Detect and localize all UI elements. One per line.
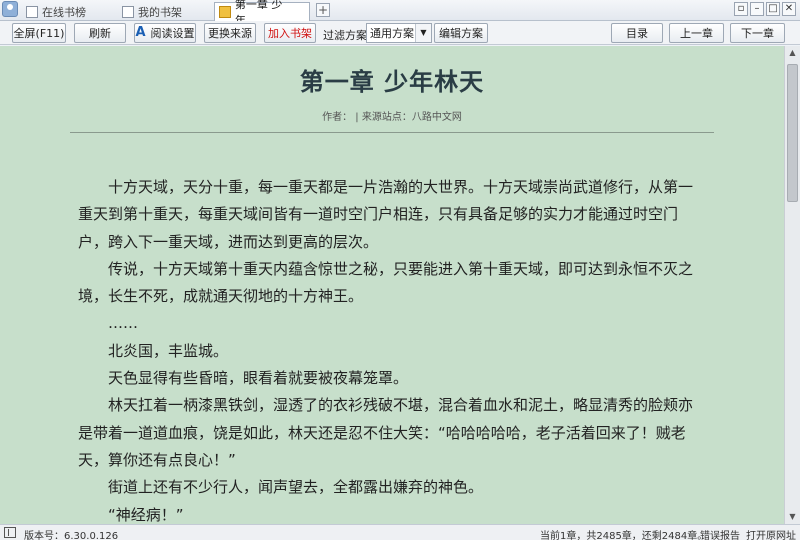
filter-selected-value: 通用方案 bbox=[370, 27, 414, 40]
maximize-icon[interactable]: □ bbox=[766, 2, 780, 16]
next-chapter-button[interactable]: 下一章 bbox=[730, 23, 785, 43]
book-icon bbox=[219, 6, 231, 18]
chapter-content: 十方天域，天分十重，每一重天都是一片浩瀚的大世界。十方天域崇尚武道修行，从第一重… bbox=[78, 174, 702, 524]
version-label: 版本号：6.30.0.126 bbox=[24, 531, 119, 540]
chapter-title: 第一章 少年林天 bbox=[299, 68, 485, 96]
paragraph: 传说，十方天域第十重天内蕴含惊世之秘，只要能进入第十重天域，即可达到永恒不灭之境… bbox=[78, 259, 694, 306]
prev-chapter-button[interactable]: 上一章 bbox=[669, 23, 724, 43]
grid-icon bbox=[26, 5, 38, 18]
tab-label: 我的书架 bbox=[138, 5, 182, 19]
chapter-meta: 作者： | 来源站点：八路中文网 bbox=[322, 112, 462, 123]
close-icon[interactable]: ✕ bbox=[782, 2, 796, 16]
tab-online-rankings[interactable]: 在线书榜 bbox=[22, 2, 114, 21]
dropdown-arrow-icon[interactable]: ▼ bbox=[415, 24, 431, 42]
paragraph: 十方天域，天分十重，每一重天都是一片浩瀚的大世界。十方天域崇尚武道修行，从第一重… bbox=[78, 178, 694, 251]
reading-settings-button[interactable]: A 阅读设置 bbox=[134, 23, 196, 43]
toc-button[interactable]: 目录 bbox=[611, 23, 663, 43]
reading-settings-label: 阅读设置 bbox=[150, 27, 195, 40]
paragraph: …… bbox=[108, 314, 138, 333]
filter-label: 过滤方案: bbox=[323, 29, 371, 42]
sidebar-toggle-icon[interactable] bbox=[4, 527, 16, 538]
paragraph: 天色显得有些昏暗，眼看着就要被夜幕笼罩。 bbox=[108, 369, 409, 388]
minimize-icon[interactable]: – bbox=[750, 2, 764, 16]
refresh-button[interactable]: 刷新 bbox=[74, 23, 126, 43]
scrollbar-thumb[interactable] bbox=[787, 64, 798, 202]
reading-pane[interactable]: 第一章 少年林天 作者： | 来源站点：八路中文网 十方天域，天分十重，每一重天… bbox=[0, 46, 784, 524]
add-tab-button[interactable]: + bbox=[316, 3, 330, 17]
paragraph: 北炎国，丰监城。 bbox=[108, 341, 229, 360]
window-controls: ▫ – □ ✕ bbox=[734, 2, 796, 16]
divider bbox=[70, 132, 714, 133]
chapter-progress: 当前1章，共2485章，还剩2484章。 bbox=[540, 531, 708, 540]
paragraph: “神经病！” bbox=[108, 505, 184, 524]
toolbar: 全屏(F11) 刷新 A 阅读设置 更换来源 加入书架 过滤方案: 通用方案 ▼… bbox=[0, 21, 800, 45]
tab-current-chapter[interactable]: 第一章 少年... bbox=[214, 0, 310, 27]
paragraph: 林天扛着一柄漆黑铁剑，湿透了的衣衫残破不堪，混合着血水和泥土，略显清秀的脸颊亦是… bbox=[78, 396, 694, 469]
scroll-up-arrow-icon[interactable]: ▲ bbox=[785, 46, 800, 60]
bookshelf-icon bbox=[122, 5, 134, 18]
error-report-link[interactable]: 错误报告 bbox=[700, 527, 740, 540]
vertical-scrollbar[interactable]: ▲ ▼ bbox=[784, 46, 800, 524]
add-to-shelf-button[interactable]: 加入书架 bbox=[264, 23, 316, 43]
font-a-icon: A bbox=[135, 25, 146, 40]
tab-bar: 在线书榜 我的书架 第一章 少年... + ▫ – □ ✕ bbox=[0, 0, 800, 27]
change-source-button[interactable]: 更换来源 bbox=[204, 23, 256, 43]
status-bar: 版本号：6.30.0.126 当前1章，共2485章，还剩2484章。 错误报告… bbox=[0, 524, 800, 540]
scroll-down-arrow-icon[interactable]: ▼ bbox=[785, 510, 800, 524]
tab-my-bookshelf[interactable]: 我的书架 bbox=[118, 2, 210, 21]
paragraph: 街道上还有不少行人，闻声望去，全都露出嫌弃的神色。 bbox=[108, 478, 484, 497]
tab-label: 在线书榜 bbox=[42, 5, 86, 19]
fullscreen-button[interactable]: 全屏(F11) bbox=[12, 23, 66, 43]
edit-filter-button[interactable]: 编辑方案 bbox=[434, 23, 488, 43]
restore-icon[interactable]: ▫ bbox=[734, 2, 748, 16]
filter-select[interactable]: 通用方案 ▼ bbox=[366, 23, 432, 43]
open-original-url-link[interactable]: 打开原网址 bbox=[746, 527, 796, 540]
user-avatar-icon[interactable] bbox=[2, 1, 18, 17]
